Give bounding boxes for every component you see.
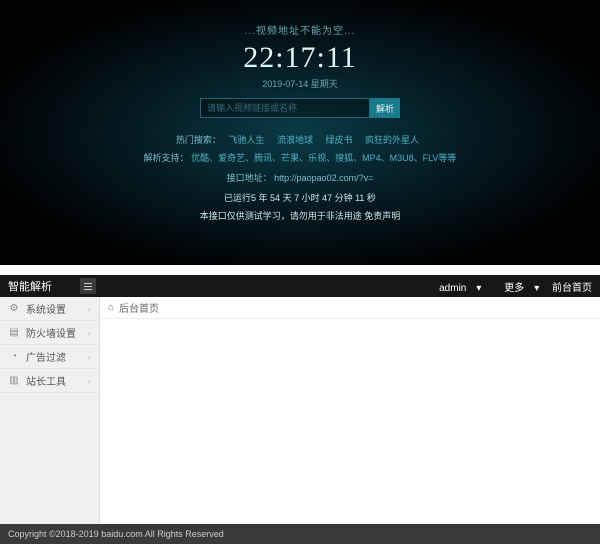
hot-link[interactable]: 飞驰人生 <box>228 135 264 145</box>
sidebar: ⚙ 系统设置 ‹ ▤ 防火墙设置 ‹ ◔ 广告过滤 ‹ ▥ 站长工具 ‹ <box>0 297 100 524</box>
tab-bar: ⌂ 后台首页 <box>100 297 600 319</box>
hot-search-label: 热门搜索： <box>176 135 221 145</box>
chevron-down-icon: ▾ <box>534 283 539 294</box>
chevron-left-icon: ‹ <box>88 328 91 338</box>
video-url-input[interactable] <box>200 98 370 118</box>
support-label: 解析支持： <box>144 153 189 163</box>
sidebar-item-tools[interactable]: ▥ 站长工具 ‹ <box>0 369 99 393</box>
api-url[interactable]: http://paopao02.com/?v= <box>274 173 373 183</box>
sidebar-collapse-button[interactable] <box>80 278 96 294</box>
sidebar-item-system[interactable]: ⚙ 系统设置 ‹ <box>0 297 99 321</box>
api-row: 接口地址： http://paopao02.com/?v= <box>0 171 600 184</box>
tools-icon: ▥ <box>8 375 20 386</box>
footer: Copyright ©2018-2019 baidu.com All Right… <box>0 524 600 544</box>
content-area: ⌂ 后台首页 <box>100 297 600 524</box>
hot-link[interactable]: 流浪地球 <box>277 135 313 145</box>
gear-icon: ⚙ <box>8 303 20 314</box>
disclaimer-text: 本接口仅供测试学习，请勿用于非法用途 <box>200 211 365 221</box>
parse-button[interactable]: 解析 <box>370 98 400 118</box>
disclaimer: 本接口仅供测试学习，请勿用于非法用途 免责声明 <box>0 209 600 222</box>
firewall-icon: ▤ <box>8 327 20 338</box>
uptime-text: 已运行5 年 54 天 7 小时 47 分钟 11 秒 <box>0 191 600 204</box>
admin-topbar: 智能解析 admin▾ 更多▾ 前台首页 <box>0 275 600 297</box>
more-menu[interactable]: 更多▾ <box>494 283 539 294</box>
disclaimer-link[interactable]: 免责声明 <box>364 211 400 221</box>
admin-body: ⚙ 系统设置 ‹ ▤ 防火墙设置 ‹ ◔ 广告过滤 ‹ ▥ 站长工具 ‹ ⌂ <box>0 297 600 524</box>
tab-home[interactable]: 后台首页 <box>119 300 159 315</box>
tagline: ...视频地址不能为空... <box>0 22 600 37</box>
hot-link[interactable]: 疯狂的外星人 <box>365 135 419 145</box>
admin-panel: 智能解析 admin▾ 更多▾ 前台首页 ⚙ 系统设置 ‹ ▤ 防火墙设置 ‹ … <box>0 275 600 524</box>
user-menu[interactable]: admin▾ <box>429 283 481 294</box>
hot-link[interactable]: 绿皮书 <box>326 135 353 145</box>
hot-search-row: 热门搜索： 飞驰人生 流浪地球 绿皮书 疯狂的外星人 <box>0 133 600 146</box>
copyright: Copyright ©2018-2019 baidu.com All Right… <box>8 529 224 539</box>
date-display: 2019-07-14 星期天 <box>0 77 600 90</box>
chevron-down-icon: ▾ <box>476 283 481 294</box>
hamburger-icon <box>84 286 92 287</box>
sidebar-item-label: 广告过滤 <box>26 349 88 364</box>
support-row: 解析支持： 优酷、爱奇艺、腾讯、芒果、乐视、搜狐、MP4、M3U8、FLV等等 <box>0 151 600 164</box>
video-parser-panel: ...视频地址不能为空... 22:17:11 2019-07-14 星期天 解… <box>0 0 600 265</box>
topbar-right: admin▾ 更多▾ 前台首页 <box>419 279 592 294</box>
adblock-icon: ◔ <box>8 351 20 362</box>
sidebar-item-firewall[interactable]: ▤ 防火墙设置 ‹ <box>0 321 99 345</box>
sidebar-item-label: 防火墙设置 <box>26 325 88 340</box>
home-icon: ⌂ <box>108 302 114 313</box>
sidebar-item-label: 系统设置 <box>26 301 88 316</box>
frontend-home-link[interactable]: 前台首页 <box>552 283 592 294</box>
support-text: 优酷、爱奇艺、腾讯、芒果、乐视、搜狐、MP4、M3U8、FLV等等 <box>191 153 456 163</box>
chevron-left-icon: ‹ <box>88 376 91 386</box>
api-label: 接口地址： <box>227 173 272 183</box>
sidebar-item-adfilter[interactable]: ◔ 广告过滤 ‹ <box>0 345 99 369</box>
separator <box>0 265 600 275</box>
brand-title: 智能解析 <box>8 278 52 294</box>
sidebar-item-label: 站长工具 <box>26 373 88 388</box>
search-bar: 解析 <box>200 98 400 118</box>
chevron-left-icon: ‹ <box>88 352 91 362</box>
chevron-left-icon: ‹ <box>88 304 91 314</box>
clock-display: 22:17:11 <box>0 41 600 75</box>
